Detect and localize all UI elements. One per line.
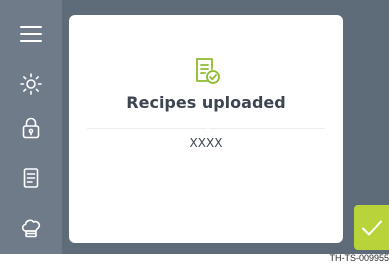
- dialog-title: Recipes uploaded: [126, 93, 286, 112]
- recipe-book-icon: [23, 168, 39, 188]
- confirm-button[interactable]: [354, 205, 389, 250]
- sidebar: [0, 0, 62, 254]
- menu-button[interactable]: [0, 16, 62, 52]
- recipe-check-icon: [196, 58, 220, 84]
- dialog-value: XXXX: [189, 136, 223, 150]
- divider: [87, 128, 207, 129]
- reference-code: TH-TS-009955: [329, 253, 389, 263]
- device-screen: Recipes uploaded XXXX: [0, 0, 389, 254]
- checkmark-icon: [361, 220, 382, 235]
- upload-dialog: Recipes uploaded XXXX: [69, 15, 343, 243]
- menu-icon: [20, 26, 42, 42]
- lock-button[interactable]: [0, 110, 62, 146]
- recipes-button[interactable]: [0, 160, 62, 196]
- divider: [209, 128, 325, 129]
- brightness-icon: [20, 73, 42, 95]
- chef-button[interactable]: [0, 210, 62, 246]
- chef-hat-icon: [21, 219, 41, 238]
- lock-icon: [22, 117, 40, 139]
- brightness-button[interactable]: [0, 66, 62, 102]
